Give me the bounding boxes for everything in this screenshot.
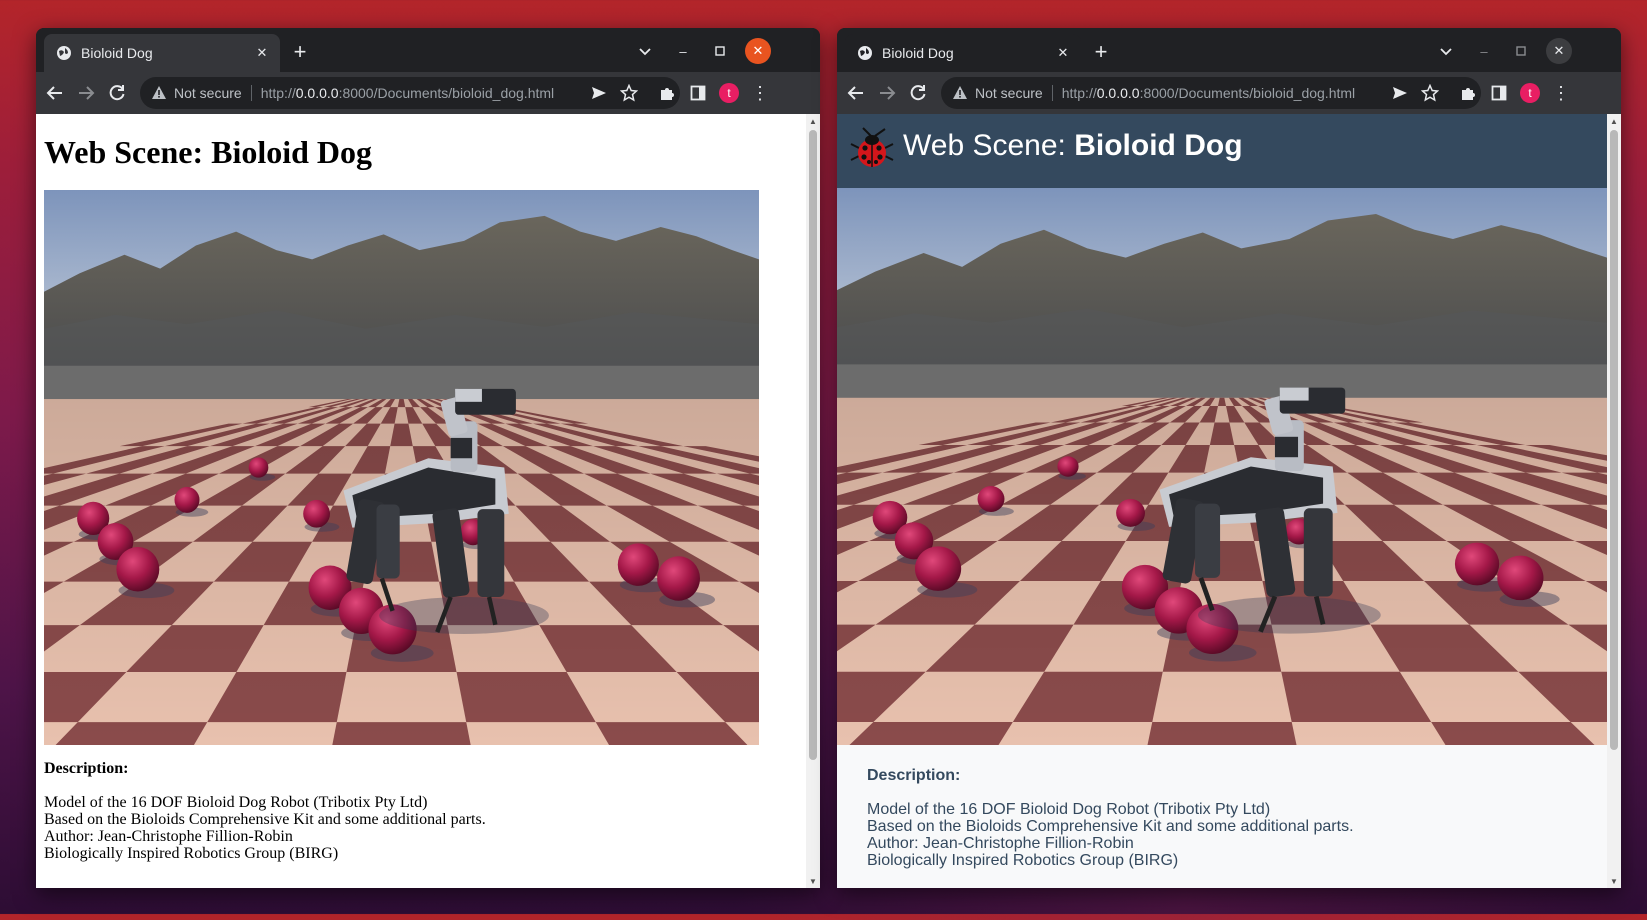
scroll-down-arrow[interactable]: ▼	[1607, 874, 1621, 888]
tab-strip: Bioloid Dog ✕ + – ✕	[837, 28, 1621, 72]
divider	[1051, 85, 1053, 101]
avatar[interactable]: t	[1520, 83, 1540, 103]
scroll-thumb[interactable]	[1610, 130, 1618, 750]
scroll-thumb[interactable]	[809, 130, 817, 760]
description-line: Based on the Bioloids Comprehensive Kit …	[44, 811, 486, 828]
tab-bioloid-dog[interactable]: Bioloid Dog ✕	[44, 34, 280, 72]
description-label: Description:	[867, 767, 961, 784]
plus-icon[interactable]: +	[1087, 38, 1115, 66]
reload-icon[interactable]	[904, 79, 932, 107]
scroll-up-arrow[interactable]: ▲	[806, 114, 820, 128]
browser-window-styled: Bioloid Dog ✕ + – ✕ Not secure http://0.…	[837, 28, 1621, 888]
page-title: Web Scene: Bioloid Dog	[903, 129, 1243, 162]
plus-icon[interactable]: +	[286, 38, 314, 66]
scroll-down-arrow[interactable]: ▼	[806, 874, 820, 888]
page-viewport: Web Scene: Bioloid Dog Description: Mode…	[837, 114, 1621, 888]
warning-icon[interactable]	[951, 84, 969, 102]
vertical-scrollbar[interactable]: ▲ ▼	[806, 114, 820, 888]
arrow-left-icon[interactable]	[41, 79, 69, 107]
description-line: Biologically Inspired Robotics Group (BI…	[44, 845, 339, 862]
page-viewport: Web Scene: Bioloid Dog Description: Mode…	[36, 114, 820, 888]
side-panel-icon[interactable]	[1485, 79, 1513, 107]
minimize-icon[interactable]: –	[1471, 38, 1497, 64]
description-line: Author: Jean-Christophe Fillion-Robin	[867, 835, 1134, 852]
description-panel: Description: Model of the 16 DOF Bioloid…	[837, 745, 1607, 888]
avatar[interactable]: t	[719, 83, 739, 103]
kebab-menu-icon[interactable]: ⋮	[1547, 79, 1575, 107]
send-icon[interactable]	[585, 79, 613, 107]
description-label: Description:	[44, 760, 129, 777]
arrow-right-icon[interactable]	[72, 79, 100, 107]
minimize-icon[interactable]: –	[670, 38, 696, 64]
tab-strip: Bioloid Dog ✕ + – ✕	[36, 28, 820, 72]
description-line: Author: Jean-Christophe Fillion-Robin	[44, 828, 293, 845]
puzzle-icon[interactable]	[653, 79, 681, 107]
side-panel-icon[interactable]	[684, 79, 712, 107]
maximize-icon[interactable]	[1508, 38, 1534, 64]
browser-toolbar: Not secure http://0.0.0.0:8000/Documents…	[36, 72, 820, 114]
security-label: Not secure	[174, 85, 242, 101]
window-close-icon[interactable]: ✕	[1546, 38, 1572, 64]
browser-window-plain: Bioloid Dog ✕ + – ✕ Not secure http://0.…	[36, 28, 820, 888]
arrow-right-icon[interactable]	[873, 79, 901, 107]
description-line: Biologically Inspired Robotics Group (BI…	[867, 852, 1179, 869]
star-icon[interactable]	[1416, 79, 1444, 107]
page-title: Web Scene: Bioloid Dog	[44, 134, 373, 170]
page-header: Web Scene: Bioloid Dog	[837, 114, 1607, 188]
tab-bioloid-dog[interactable]: Bioloid Dog ✕	[845, 34, 1081, 72]
kebab-menu-icon[interactable]: ⋮	[746, 79, 774, 107]
globe-icon	[56, 45, 72, 61]
chevron-down-icon[interactable]	[632, 38, 658, 64]
url-text: http://0.0.0.0:8000/Documents/bioloid_do…	[1061, 85, 1356, 101]
description-text: Model of the 16 DOF Bioloid Dog Robot (T…	[867, 801, 1354, 869]
3d-scene-canvas[interactable]	[44, 190, 759, 745]
divider	[250, 85, 252, 101]
arrow-left-icon[interactable]	[842, 79, 870, 107]
security-label: Not secure	[975, 85, 1043, 101]
reload-icon[interactable]	[103, 79, 131, 107]
warning-icon[interactable]	[150, 84, 168, 102]
puzzle-icon[interactable]	[1454, 79, 1482, 107]
window-close-icon[interactable]: ✕	[745, 38, 771, 64]
description-text: Model of the 16 DOF Bioloid Dog Robot (T…	[44, 794, 486, 862]
globe-icon	[857, 45, 873, 61]
3d-scene-canvas[interactable]	[837, 188, 1607, 745]
url-text: http://0.0.0.0:8000/Documents/bioloid_do…	[260, 85, 555, 101]
ladybug-icon	[849, 126, 895, 170]
description-line: Model of the 16 DOF Bioloid Dog Robot (T…	[867, 801, 1271, 818]
star-icon[interactable]	[615, 79, 643, 107]
close-icon[interactable]: ✕	[1053, 43, 1073, 63]
scroll-up-arrow[interactable]: ▲	[1607, 114, 1621, 128]
chevron-down-icon[interactable]	[1433, 38, 1459, 64]
description-line: Model of the 16 DOF Bioloid Dog Robot (T…	[44, 794, 428, 811]
description-line: Based on the Bioloids Comprehensive Kit …	[867, 818, 1354, 835]
tab-title: Bioloid Dog	[81, 45, 153, 61]
tab-title: Bioloid Dog	[882, 45, 954, 61]
maximize-icon[interactable]	[707, 38, 733, 64]
browser-toolbar: Not secure http://0.0.0.0:8000/Documents…	[837, 72, 1621, 114]
send-icon[interactable]	[1386, 79, 1414, 107]
vertical-scrollbar[interactable]: ▲ ▼	[1607, 114, 1621, 888]
close-icon[interactable]: ✕	[252, 43, 272, 63]
